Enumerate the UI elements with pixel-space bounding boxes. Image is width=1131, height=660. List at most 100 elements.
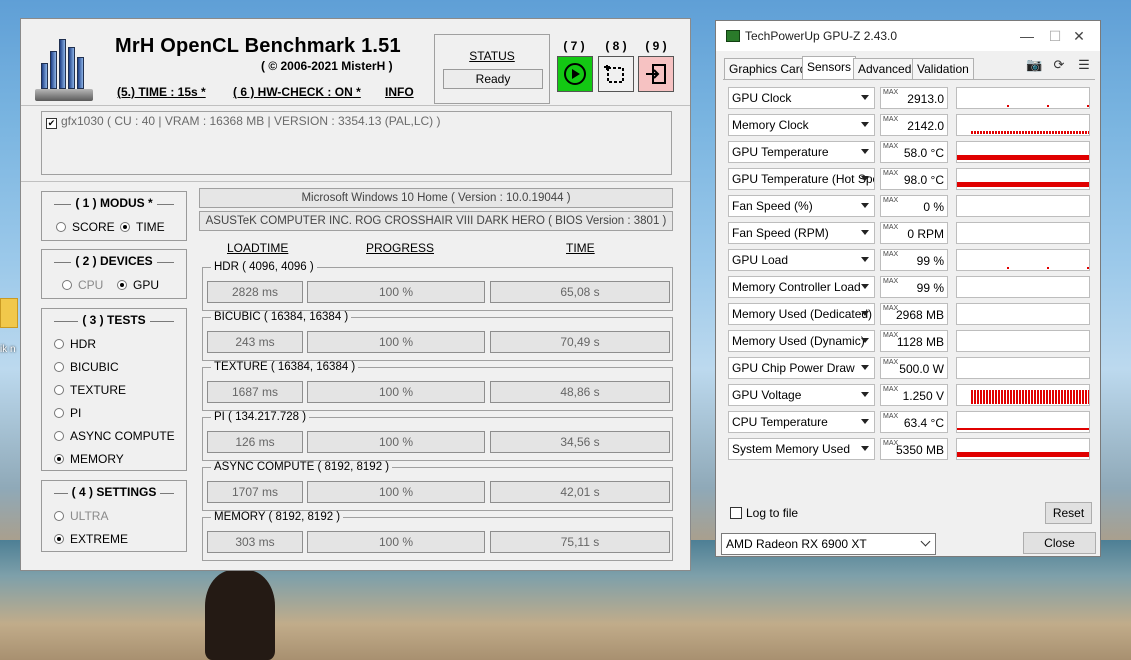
chevron-down-icon	[861, 419, 869, 424]
graph-tick	[1007, 105, 1009, 107]
sensor-value: MAX 98.0 °C	[880, 168, 948, 190]
result-time: 70,49 s	[490, 331, 670, 353]
devices-cpu-radio[interactable]: CPU	[62, 278, 103, 292]
test-radio-hdr[interactable]: HDR	[54, 337, 96, 351]
graph-tick	[1031, 131, 1033, 134]
graph-tick	[1028, 390, 1030, 404]
sensor-name-dropdown[interactable]: GPU Clock	[728, 87, 875, 109]
result-test-name: HDR ( 4096, 4096 )	[211, 261, 317, 273]
close-window-button[interactable]: ✕	[1064, 26, 1094, 46]
chevron-down-icon	[861, 392, 869, 397]
test-radio-texture[interactable]: TEXTURE	[54, 383, 126, 397]
desktop-folder-icon[interactable]	[0, 298, 18, 328]
sensor-name-dropdown[interactable]: CPU Temperature	[728, 411, 875, 433]
benchmark-logo-icon	[35, 31, 93, 101]
graph-tick	[1043, 131, 1045, 134]
graph-tick	[1088, 390, 1089, 404]
chevron-down-icon	[920, 536, 931, 547]
test-radio-pi[interactable]: PI	[54, 406, 81, 420]
sensor-name-dropdown[interactable]: GPU Temperature	[728, 141, 875, 163]
camera-icon[interactable]: 📷	[1026, 57, 1042, 73]
graph-tick	[1067, 390, 1069, 404]
graph-tick	[1087, 105, 1089, 107]
test-radio-memory[interactable]: MEMORY	[54, 452, 124, 466]
graph-tick	[971, 390, 973, 404]
settings-ultra-radio[interactable]: ULTRA	[54, 509, 108, 523]
os-info: Microsoft Windows 10 Home ( Version : 10…	[199, 188, 673, 208]
tab-advanced[interactable]: Advanced	[853, 58, 917, 79]
menu-icon[interactable]: ☰	[1076, 57, 1092, 73]
sensor-name-dropdown[interactable]: GPU Temperature (Hot Spot)	[728, 168, 875, 190]
graph-tick	[1004, 131, 1006, 134]
graph-tick	[1070, 131, 1072, 134]
sensor-name-dropdown[interactable]: System Memory Used	[728, 438, 875, 460]
exit-icon	[646, 64, 666, 84]
tab-sensors[interactable]: Sensors	[802, 56, 857, 80]
device-checkbox[interactable]: ✔	[46, 118, 57, 129]
close-button[interactable]: Close	[1023, 532, 1096, 554]
graph-tick	[1007, 267, 1009, 269]
result-progress: 100 %	[307, 481, 485, 503]
devices-gpu-radio[interactable]: GPU	[117, 278, 159, 292]
sensor-row: System Memory Used MAX 5350 MB	[728, 438, 1090, 460]
sensor-name-dropdown[interactable]: Memory Used (Dynamic)	[728, 330, 875, 352]
result-progress: 100 %	[307, 281, 485, 303]
device-list[interactable]: ✔ gfx1030 ( CU : 40 | VRAM : 16368 MB | V…	[41, 111, 672, 175]
exit-button[interactable]	[638, 56, 674, 92]
result-test-name: TEXTURE ( 16384, 16384 )	[211, 361, 359, 373]
minimize-button[interactable]: —	[1012, 26, 1042, 46]
graph-tick	[971, 131, 973, 134]
sensor-row: Memory ClockMAX2142.0 MHz	[728, 114, 1090, 155]
sensor-name-dropdown[interactable]: Memory Controller Load	[728, 276, 875, 298]
refresh-icon[interactable]: ⟳	[1051, 57, 1067, 73]
test-radio-async-compute[interactable]: ASYNC COMPUTE	[54, 429, 175, 443]
sensor-row: Memory Used (Dynamic) MAX 1128 MB	[728, 330, 1090, 352]
col-header-progress: PROGRESS	[366, 241, 435, 255]
info-link[interactable]: INFO	[385, 85, 414, 99]
devices-title: ( 2 ) DEVICES	[71, 254, 157, 268]
sensor-name-dropdown[interactable]: GPU Voltage	[728, 384, 875, 406]
settings-title: ( 4 ) SETTINGS	[67, 485, 161, 499]
sensor-name-dropdown[interactable]: Memory Used (Dedicated)	[728, 303, 875, 325]
max-tag: MAX	[883, 251, 899, 258]
graph-tick	[1037, 131, 1039, 134]
graph-line	[957, 452, 1089, 457]
sensor-name-dropdown[interactable]: Fan Speed (RPM)	[728, 222, 875, 244]
sensor-name-dropdown[interactable]: GPU Chip Power Draw	[728, 357, 875, 379]
sensor-name-dropdown[interactable]: GPU Load	[728, 249, 875, 271]
start-benchmark-button[interactable]	[557, 56, 593, 92]
graph-tick	[1004, 390, 1006, 404]
tab-validation[interactable]: Validation	[912, 58, 974, 79]
max-tag: MAX	[883, 224, 899, 231]
settings-extreme-radio[interactable]: EXTREME	[54, 532, 128, 546]
tab-graphics-card[interactable]: Graphics Card	[724, 58, 812, 79]
log-to-file-checkbox[interactable]	[730, 507, 742, 519]
sensor-row: GPU Temperature MAX 58.0 °C	[728, 141, 1090, 163]
graph-tick	[1085, 131, 1087, 134]
time-setting-link[interactable]: (5.) TIME : 15s *	[117, 85, 206, 99]
sensor-row: GPU ClockMAX2913.0 MHz	[728, 87, 1090, 128]
modus-time-radio[interactable]: TIME	[120, 220, 165, 234]
reset-button[interactable]: Reset	[1045, 502, 1092, 524]
gpu-select-dropdown[interactable]: AMD Radeon RX 6900 XT	[721, 533, 936, 555]
sensor-value: MAX 1.250 V	[880, 384, 948, 406]
chevron-down-icon	[861, 311, 869, 316]
graph-tick	[1025, 131, 1027, 134]
graph-tick	[1019, 390, 1021, 404]
test-radio-bicubic[interactable]: BICUBIC	[54, 360, 119, 374]
graph-tick	[1016, 390, 1018, 404]
result-loadtime: 126 ms	[207, 431, 303, 453]
graph-tick	[1070, 390, 1072, 404]
sensor-name-dropdown[interactable]: Fan Speed (%)	[728, 195, 875, 217]
hw-check-link[interactable]: ( 6 ) HW-CHECK : ON *	[233, 85, 361, 99]
graph-tick	[1046, 390, 1048, 404]
sensor-graph	[956, 168, 1090, 190]
sensor-name-dropdown[interactable]: Memory Clock	[728, 114, 875, 136]
screenshot-button[interactable]	[598, 56, 634, 92]
status-value: Ready	[443, 69, 543, 89]
modus-score-radio[interactable]: SCORE	[56, 220, 115, 234]
modus-group: ( 1 ) MODUS * SCORE TIME	[41, 191, 187, 241]
sensor-graph	[956, 276, 1090, 298]
graph-tick	[1058, 390, 1060, 404]
max-tag: MAX	[883, 359, 899, 366]
